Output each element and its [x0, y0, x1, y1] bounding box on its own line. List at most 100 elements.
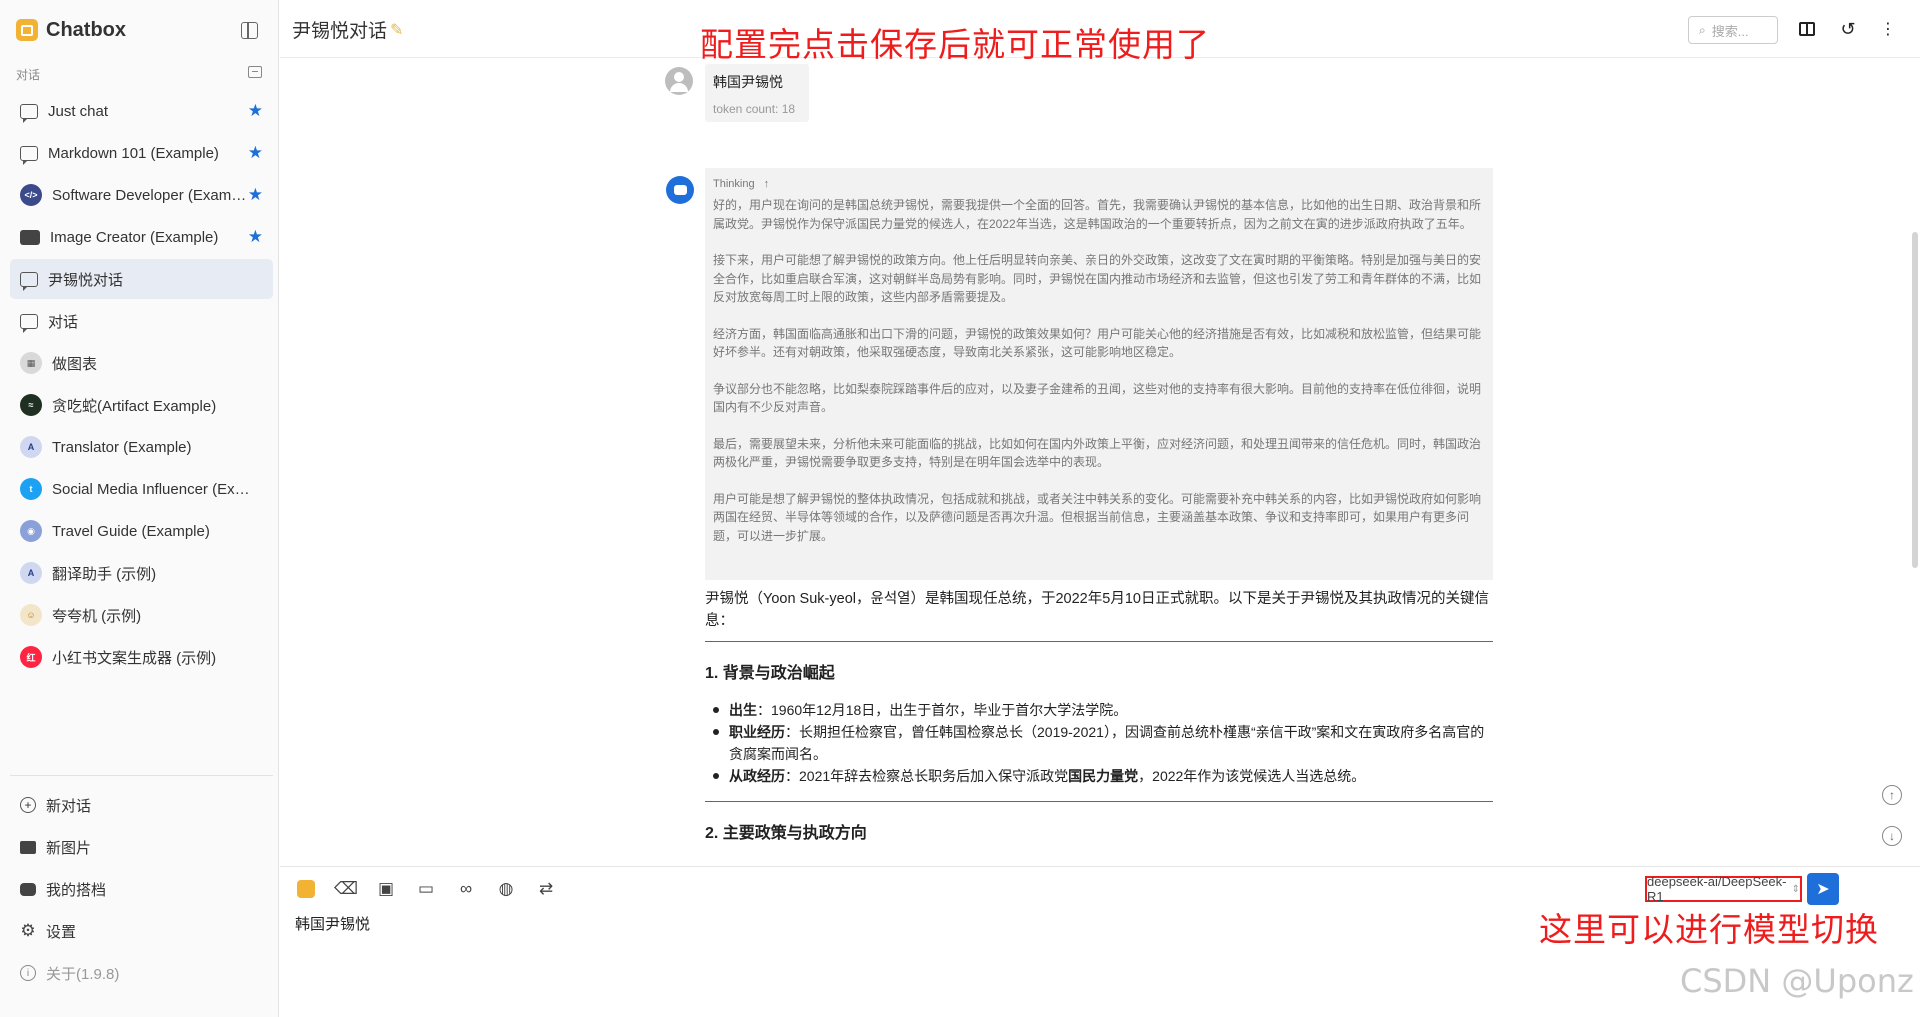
chat-icon: [20, 103, 38, 123]
thinking-header[interactable]: Thinking ↑: [713, 178, 1485, 190]
conversation-label: Travel Guide (Example): [52, 522, 210, 540]
conversation-item-dialog[interactable]: 对话: [10, 301, 273, 341]
gear-icon: ⚙: [20, 921, 36, 940]
new-image-label: 新图片: [46, 839, 92, 857]
robot-icon: [20, 882, 36, 896]
my-partners-button[interactable]: 我的搭档: [10, 868, 273, 910]
thinking-paragraph: 用户可能是想了解尹锡悦的整体执政情况，包括成就和挑战，或者关注中韩关系的变化。可…: [713, 491, 1482, 543]
party-name: 国民力量党: [1068, 768, 1139, 784]
search-icon: ⌕: [1699, 22, 1706, 37]
list-item-label: 从政经历: [729, 768, 785, 784]
thinking-paragraph: 好的，用户现在询问的是韩国总统尹锡悦，需要我提供一个全面的回答。首先，我需要确认…: [713, 198, 1482, 231]
annotation-bottom: 这里可以进行模型切换: [1539, 910, 1879, 949]
list-item-label: 职业经历: [729, 724, 785, 740]
about-button[interactable]: i 关于(1.9.8): [10, 952, 273, 994]
developer-avatar-icon: </>: [20, 184, 42, 206]
list-item: 出生：1960年12月18日，出生于首尔，毕业于首尔大学法学院。: [713, 699, 1493, 721]
send-button[interactable]: ➤: [1807, 873, 1839, 905]
conversation-item-social-media[interactable]: t Social Media Influencer (Example): [10, 469, 273, 509]
watermark: CSDN @Uponz: [1680, 962, 1914, 1000]
list-item-text: ：长期担任检察官，曾任韩国检察总长（2019-2021），因调查前总统朴槿惠“亲…: [729, 724, 1485, 762]
model-name: deepseek-ai/DeepSeek-R1: [1647, 874, 1787, 904]
collapse-arrow-icon[interactable]: ↑: [764, 178, 770, 190]
new-chat-button[interactable]: + 新对话: [10, 784, 273, 826]
list-item: 从政经历：2021年辞去检察总长职务后加入保守派政党国民力量党，2022年作为该…: [713, 765, 1493, 787]
travel-avatar-icon: ◉: [20, 520, 42, 542]
conversation-label: 对话: [48, 313, 79, 331]
chatbox-app: Chatbox 对话 Just chat ★ Markdown 101 (Exa…: [0, 0, 1920, 1017]
conversation-item-active[interactable]: 尹锡悦对话: [10, 259, 273, 299]
info-icon: i: [20, 965, 36, 981]
scroll-down-icon[interactable]: ↓: [1882, 826, 1902, 846]
conversation-label: 翻译助手 (示例): [52, 565, 157, 583]
eraser-icon[interactable]: ⌫: [334, 877, 358, 901]
list-item-text: ：2021年辞去检察总长职务后加入保守派政党: [785, 768, 1069, 784]
settings-label: 设置: [46, 923, 77, 941]
praise-avatar-icon: ☺: [20, 604, 42, 626]
conversation-label: Just chat: [48, 102, 109, 120]
link-icon[interactable]: ∞: [454, 877, 478, 901]
conversation-item-translation-assistant[interactable]: A 翻译助手 (示例): [10, 553, 273, 593]
archive-icon[interactable]: [248, 66, 262, 78]
edit-pencil-icon[interactable]: ✎: [390, 20, 403, 40]
assistant-avatar-icon: [666, 176, 694, 204]
divider: [705, 801, 1493, 802]
app-name: Chatbox: [46, 18, 126, 41]
folder-icon[interactable]: ▭: [414, 877, 438, 901]
scroll-up-icon[interactable]: ↑: [1882, 785, 1902, 805]
section-label-conversations: 对话: [16, 68, 41, 82]
settings-sliders-icon[interactable]: ⇄: [534, 877, 558, 901]
conversation-item-translator[interactable]: A Translator (Example): [10, 427, 273, 467]
sidebar: Chatbox 对话 Just chat ★ Markdown 101 (Exa…: [0, 0, 279, 1017]
about-label: 关于(1.9.8): [46, 965, 120, 983]
image-plus-icon: [20, 840, 36, 854]
snake-avatar-icon: ≈: [20, 394, 42, 416]
search-input[interactable]: ⌕ 搜索...: [1688, 16, 1778, 44]
conversation-label: 夸夸机 (示例): [52, 607, 142, 625]
more-vertical-icon[interactable]: ⋮: [1877, 18, 1899, 40]
message-input[interactable]: 韩国尹锡悦: [295, 913, 370, 934]
new-image-button[interactable]: 新图片: [10, 826, 273, 868]
conversation-item-software-developer[interactable]: </> Software Developer (Example) ★: [10, 175, 273, 215]
star-icon[interactable]: ★: [248, 144, 263, 161]
input-toolbar: ⌫ ▣ ▭ ∞ ◍ ⇄: [294, 877, 558, 901]
conversation-label: 尹锡悦对话: [48, 271, 124, 289]
settings-button[interactable]: ⚙ 设置: [10, 910, 273, 952]
conversation-item-snake[interactable]: ≈ 贪吃蛇(Artifact Example): [10, 385, 273, 425]
layout-toggle-icon[interactable]: [1796, 18, 1818, 40]
thinking-block[interactable]: Thinking ↑ 好的，用户现在询问的是韩国总统尹锡悦，需要我提供一个全面的…: [705, 168, 1493, 580]
globe-icon[interactable]: ◍: [494, 877, 518, 901]
twitter-avatar-icon: t: [20, 478, 42, 500]
conversation-item-travel-guide[interactable]: ◉ Travel Guide (Example): [10, 511, 273, 551]
conversation-item-praise[interactable]: ☺ 夸夸机 (示例): [10, 595, 273, 635]
list-item: 职业经历：长期担任检察官，曾任韩国检察总长（2019-2021），因调查前总统朴…: [713, 721, 1493, 765]
history-icon[interactable]: ↺: [1837, 18, 1859, 40]
user-message: 韩国尹锡悦 token count: 18: [705, 64, 809, 122]
user-message-text: 韩国尹锡悦: [713, 74, 783, 90]
conversation-item-charts[interactable]: ▦ 做图表: [10, 343, 273, 383]
conversation-item-image-creator[interactable]: Image Creator (Example) ★: [10, 217, 273, 257]
chat-title: 尹锡悦对话: [292, 21, 388, 42]
conversation-item-markdown-101[interactable]: Markdown 101 (Example) ★: [10, 133, 273, 173]
scrollbar[interactable]: [1912, 232, 1918, 568]
conversation-label: Social Media Influencer (Example): [52, 480, 252, 498]
plus-circle-icon: +: [20, 797, 36, 813]
conversation-label: 贪吃蛇(Artifact Example): [52, 397, 217, 415]
conversation-label: 做图表: [52, 355, 98, 373]
thinking-paragraph: 经济方面，韩国面临高通胀和出口下滑的问题，尹锡悦的政策效果如何？用户可能关心他的…: [713, 326, 1482, 360]
star-icon[interactable]: ★: [248, 186, 263, 203]
translator-avatar-icon: A: [20, 562, 42, 584]
conversation-item-xiaohongshu[interactable]: 红 小红书文案生成器 (示例): [10, 637, 273, 677]
image-icon[interactable]: ▣: [374, 877, 398, 901]
answer-intro: 尹锡悦（Yoon Suk-yeol，윤석열）是韩国现任总统，于2022年5月10…: [705, 591, 1489, 629]
divider: [705, 641, 1493, 642]
star-icon[interactable]: ★: [248, 228, 263, 245]
sidebar-collapse-icon[interactable]: [241, 22, 258, 39]
model-selector[interactable]: deepseek-ai/DeepSeek-R1 ⇕: [1645, 874, 1802, 904]
message-list: 韩国尹锡悦 token count: 18 Thinking ↑ 好的，用户现在…: [280, 58, 1920, 866]
search-placeholder: 搜索...: [1711, 23, 1749, 39]
conversation-item-just-chat[interactable]: Just chat ★: [10, 91, 273, 131]
star-icon[interactable]: ★: [248, 102, 263, 119]
chevron-updown-icon: ⇕: [1791, 883, 1800, 895]
chatbox-logo-icon[interactable]: [294, 877, 318, 901]
